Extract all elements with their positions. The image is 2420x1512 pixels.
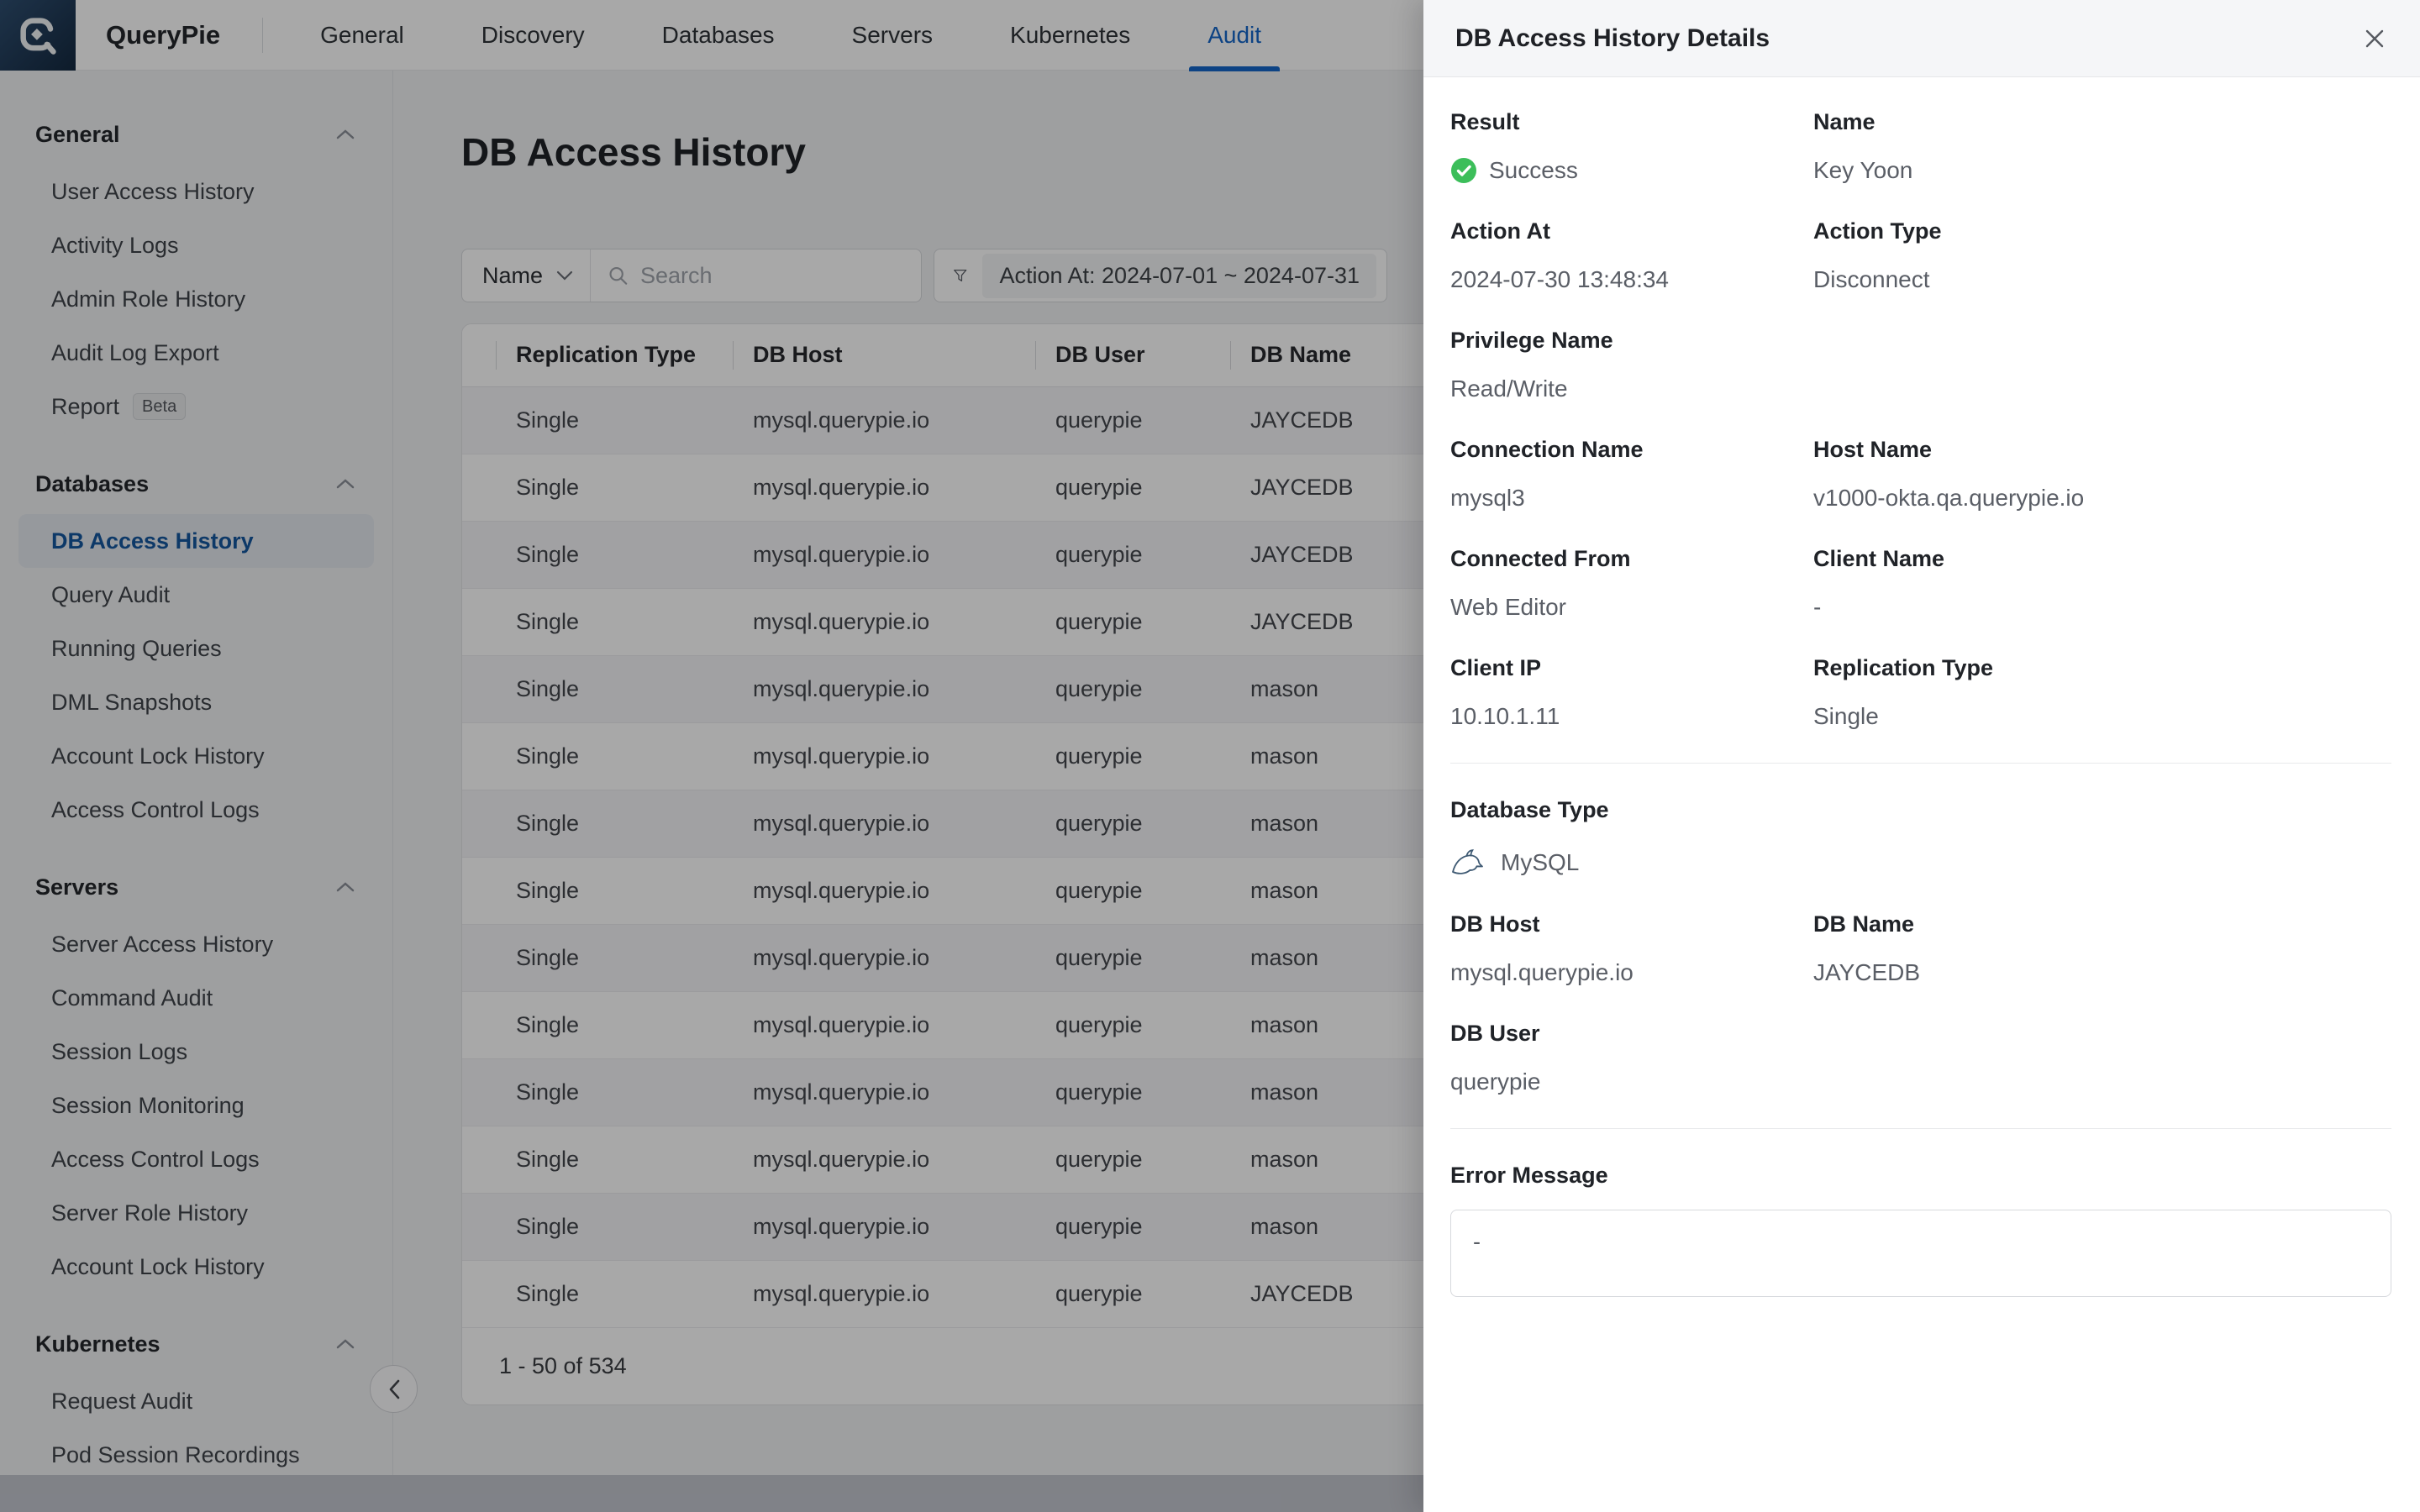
mysql-dolphin-icon [1450, 848, 1486, 878]
field-client-ip: Client IP 10.10.1.11 [1450, 654, 1813, 731]
action-type-value: Disconnect [1813, 265, 2391, 294]
divider [1450, 1128, 2391, 1129]
error-message-box: - [1450, 1210, 2391, 1297]
connection-value: mysql3 [1450, 484, 1813, 512]
db-type-value: MySQL [1501, 848, 1579, 877]
field-result: Result Success [1450, 108, 1813, 185]
db-host-value: mysql.querypie.io [1450, 958, 1813, 987]
action-at-value: 2024-07-30 13:48:34 [1450, 265, 1813, 294]
field-db-host: DB Host mysql.querypie.io [1450, 910, 1813, 987]
privilege-value: Read/Write [1450, 375, 1813, 403]
db-name-value: JAYCEDB [1813, 958, 2391, 987]
field-connected-from: Connected From Web Editor [1450, 544, 1813, 622]
client-ip-value: 10.10.1.11 [1450, 702, 1813, 731]
name-value: Key Yoon [1813, 156, 2391, 185]
connected-from-value: Web Editor [1450, 593, 1813, 622]
drawer-body: Result Success Name Key Yoon Action At 2… [1423, 77, 2420, 1512]
field-action-type: Action Type Disconnect [1813, 217, 2391, 294]
db-user-value: querypie [1450, 1068, 1813, 1096]
drawer-title: DB Access History Details [1455, 24, 1770, 53]
field-db-name: DB Name JAYCEDB [1813, 910, 2391, 987]
field-database-type: Database Type MySQL [1450, 795, 2391, 881]
close-button[interactable] [2354, 18, 2395, 59]
field-privilege-name: Privilege Name Read/Write [1450, 326, 1813, 403]
field-host-name: Host Name v1000-okta.qa.querypie.io [1813, 435, 2391, 512]
host-value: v1000-okta.qa.querypie.io [1813, 484, 2391, 512]
error-message-value: - [1473, 1229, 1481, 1254]
divider [1450, 763, 2391, 764]
field-replication-type: Replication Type Single [1813, 654, 2391, 731]
client-name-value: - [1813, 593, 2391, 622]
success-check-icon [1450, 157, 1477, 184]
field-action-at: Action At 2024-07-30 13:48:34 [1450, 217, 1813, 294]
field-connection-name: Connection Name mysql3 [1450, 435, 1813, 512]
replication-value: Single [1813, 702, 2391, 731]
result-value: Success [1489, 156, 1578, 185]
field-db-user: DB User querypie [1450, 1019, 1813, 1096]
field-error-message: Error Message - [1450, 1161, 2391, 1297]
close-icon [2362, 26, 2387, 51]
field-client-name: Client Name - [1813, 544, 2391, 622]
drawer-header: DB Access History Details [1423, 0, 2420, 77]
details-drawer: DB Access History Details Result Success… [1423, 0, 2420, 1512]
field-name: Name Key Yoon [1813, 108, 2391, 185]
